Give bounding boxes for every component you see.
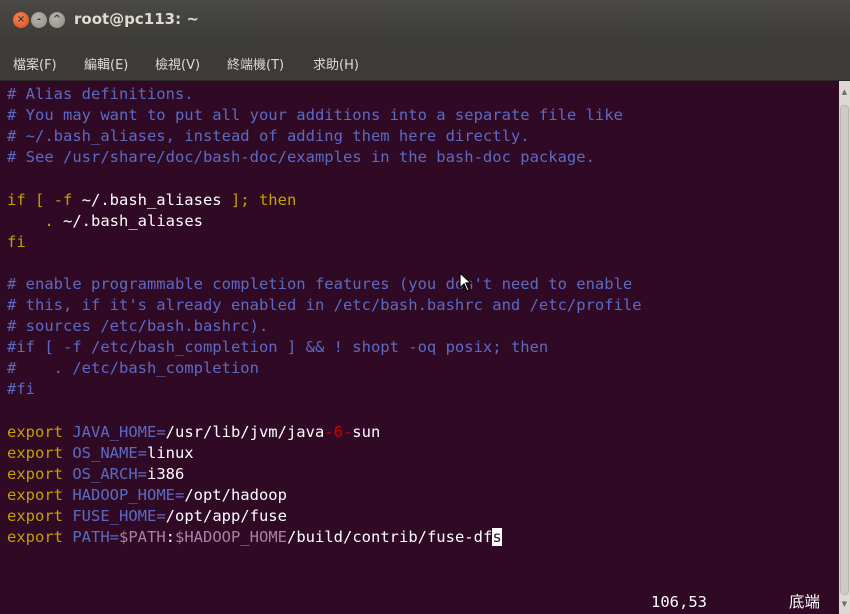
line-segment: # You may want to put all your additions… xyxy=(7,106,623,125)
line-segment: FUSE_HOME= xyxy=(72,507,166,525)
terminal-line: # You may want to put all your additions… xyxy=(7,105,623,126)
line-segment: $PATH xyxy=(119,528,166,547)
close-icon: × xyxy=(16,14,26,25)
window-title: root@pc113: ~ xyxy=(74,10,199,28)
line-segment: export xyxy=(7,443,73,462)
menu-help[interactable]: 求助(H) xyxy=(313,54,359,73)
line-segment: # . /etc/bash_completion xyxy=(7,359,259,378)
line-segment: /opt/app/fuse xyxy=(165,507,287,525)
scroll-thumb[interactable] xyxy=(840,105,849,595)
line-segment: # Alias definitions. xyxy=(7,85,194,103)
line-segment: export xyxy=(7,464,73,483)
menu-edit[interactable]: 編輯(E) xyxy=(84,54,128,73)
line-segment: . xyxy=(7,211,63,230)
minimize-window-button[interactable]: - xyxy=(31,12,47,28)
line-segment: # ~/.bash_aliases, instead of adding the… xyxy=(7,127,530,146)
terminal-line: export OS_ARCH=i386 xyxy=(7,464,184,485)
line-segment: JAVA_HOME= xyxy=(72,422,166,441)
terminal-window: × - ^ root@pc113: ~ 檔案(F) 編輯(E) 檢視(V) 終端… xyxy=(0,0,850,614)
menu-bar: 檔案(F) 編輯(E) 檢視(V) 終端機(T) 求助(H) xyxy=(0,42,850,81)
mouse-pointer-icon xyxy=(459,272,473,292)
line-segment: $HADOOP_HOME xyxy=(175,528,287,547)
line-segment: i386 xyxy=(146,464,185,483)
line-segment: OS_NAME= xyxy=(72,443,147,462)
line-segment: /opt/hadoop xyxy=(184,485,287,504)
terminal-line: # sources /etc/bash.bashrc). xyxy=(7,316,268,337)
line-segment: -6- xyxy=(324,422,353,441)
line-segment: : xyxy=(165,528,176,547)
terminal-line: export JAVA_HOME=/usr/lib/jvm/java-6-sun xyxy=(7,422,380,443)
terminal-line: # See /usr/share/doc/bash-doc/examples i… xyxy=(7,147,595,168)
terminal-line: # . /etc/bash_completion xyxy=(7,358,259,379)
line-segment: # this, if it's already enabled in /etc/… xyxy=(7,296,642,314)
terminal-line: #if [ -f /etc/bash_completion ] && ! sho… xyxy=(7,337,548,358)
terminal-line: export FUSE_HOME=/opt/app/fuse xyxy=(7,506,287,527)
line-segment: fi xyxy=(7,232,26,251)
text-cursor: s xyxy=(492,528,502,547)
line-segment: export xyxy=(7,422,73,441)
minimize-icon: - xyxy=(36,14,42,25)
line-segment: #fi xyxy=(7,380,35,399)
menu-view[interactable]: 檢視(V) xyxy=(155,54,200,73)
terminal-line: export PATH=$PATH:$HADOOP_HOME/build/con… xyxy=(7,527,502,548)
terminal-line: export HADOOP_HOME=/opt/hadoop xyxy=(7,485,287,506)
scroll-up-icon[interactable]: ▲ xyxy=(840,87,849,97)
terminal-line: if [ -f ~/.bash_aliases ]; then xyxy=(7,190,296,211)
title-bar[interactable]: × - ^ root@pc113: ~ xyxy=(0,0,850,42)
line-segment: # See /usr/share/doc/bash-doc/examples i… xyxy=(7,148,595,167)
line-segment: HADOOP_HOME= xyxy=(72,485,185,504)
line-segment: /build/contrib/fuse-df xyxy=(287,528,493,547)
line-segment: /usr/lib/jvm/java xyxy=(165,422,325,441)
terminal-line: . ~/.bash_aliases xyxy=(7,211,203,232)
maximize-icon: ^ xyxy=(52,14,62,25)
cursor-position: 106,53 xyxy=(651,593,707,611)
terminal-line: export OS_NAME=linux xyxy=(7,443,194,464)
close-window-button[interactable]: × xyxy=(13,12,29,28)
scroll-down-icon[interactable]: ▼ xyxy=(840,599,849,609)
line-segment: PATH= xyxy=(72,528,119,547)
line-segment: # sources /etc/bash.bashrc). xyxy=(7,317,269,336)
line-segment: #if [ -f /etc/bash_completion ] && ! sho… xyxy=(7,338,549,357)
line-segment: ~/.bash_aliases xyxy=(81,190,222,209)
terminal-line: # ~/.bash_aliases, instead of adding the… xyxy=(7,126,530,147)
terminal-line: # enable programmable completion feature… xyxy=(7,274,632,295)
menu-terminal[interactable]: 終端機(T) xyxy=(227,54,284,73)
line-segment: ]; then xyxy=(221,190,297,209)
line-segment: export xyxy=(7,528,73,547)
terminal-line: #fi xyxy=(7,379,35,400)
line-segment: # enable programmable completion feature… xyxy=(7,274,633,293)
line-segment: ~/.bash_aliases xyxy=(63,211,203,230)
terminal-line: # Alias definitions. xyxy=(7,84,194,105)
line-segment: if [ -f xyxy=(7,190,82,209)
maximize-window-button[interactable]: ^ xyxy=(49,12,65,28)
scroll-location: 底端 xyxy=(789,593,821,611)
line-segment: OS_ARCH= xyxy=(72,464,147,483)
terminal-line: # this, if it's already enabled in /etc/… xyxy=(7,295,642,316)
menu-file[interactable]: 檔案(F) xyxy=(13,54,57,73)
vertical-scrollbar[interactable]: ▲ ▼ xyxy=(839,81,850,614)
line-segment: sun xyxy=(352,422,381,441)
line-segment: export xyxy=(7,507,73,525)
terminal-line: fi xyxy=(7,232,26,253)
line-segment: export xyxy=(7,485,73,504)
line-segment: linux xyxy=(146,443,194,462)
